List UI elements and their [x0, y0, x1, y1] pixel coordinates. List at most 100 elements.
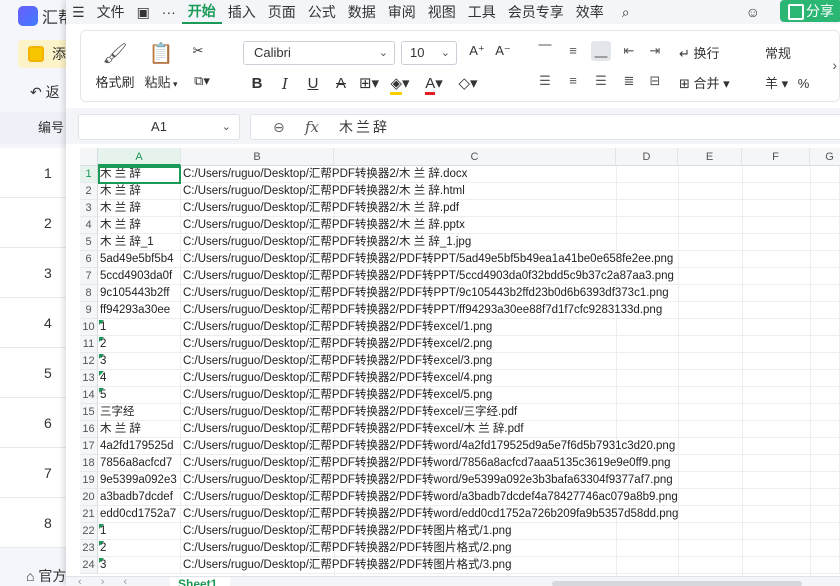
increase-font-button[interactable]: A⁺ — [467, 43, 487, 59]
formula-input[interactable]: ⊖ fx 木兰辞 — [250, 114, 840, 140]
menu-tab[interactable]: 效率 — [570, 0, 610, 24]
eraser-icon[interactable]: ◇▾ — [451, 73, 485, 95]
cell-b[interactable]: C:/Users/ruguo/Desktop/汇帮PDF转换器2/PDF转wor… — [181, 455, 840, 472]
cell-a[interactable]: 9c105443b2ff — [98, 285, 181, 302]
bold-button[interactable]: B — [243, 73, 271, 95]
cell-a[interactable]: a3badb7dcdef — [98, 489, 181, 506]
column-header[interactable]: F — [742, 148, 810, 166]
cell-a[interactable]: 三字经 — [98, 404, 181, 421]
cell-b[interactable]: C:/Users/ruguo/Desktop/汇帮PDF转换器2/PDF转PPT… — [181, 285, 840, 302]
cell-a[interactable]: 木 兰 辞_1 — [98, 234, 181, 251]
row-header[interactable]: 23 — [80, 540, 98, 557]
menu-tab[interactable]: 数据 — [342, 0, 382, 24]
row-header[interactable]: 19 — [80, 472, 98, 489]
outdent-icon[interactable]: ⇤ — [619, 41, 639, 61]
bg-bottom-link[interactable]: ⌂ 官方 — [26, 566, 66, 586]
row-header[interactable]: 22 — [80, 523, 98, 540]
cell-a[interactable]: 木 兰 辞 — [98, 421, 181, 438]
cell-a[interactable]: 3 — [98, 353, 181, 370]
sheet-nav-arrows[interactable]: ‹ › ‹ — [78, 577, 135, 586]
menu-tab[interactable]: 页面 — [262, 0, 302, 24]
fx-icon[interactable]: fx — [305, 115, 319, 139]
row-header[interactable]: 20 — [80, 489, 98, 506]
cell-a[interactable]: 5 — [98, 387, 181, 404]
copy-button[interactable]: ⧉▾ — [185, 73, 219, 89]
save-icon[interactable]: ▣ — [131, 0, 156, 24]
cell-b[interactable]: C:/Users/ruguo/Desktop/汇帮PDF转换器2/PDF转wor… — [181, 489, 840, 506]
cell-b[interactable]: C:/Users/ruguo/Desktop/汇帮PDF转换器2/PDF转exc… — [181, 353, 840, 370]
cell-b[interactable]: C:/Users/ruguo/Desktop/汇帮PDF转换器2/木 兰 辞.p… — [181, 200, 840, 217]
distribute-icon[interactable]: ⊟ — [645, 71, 665, 91]
column-header[interactable]: G — [810, 148, 840, 166]
row-header[interactable]: 1 — [80, 166, 98, 183]
paste-button[interactable]: 📋 粘贴 ▾ — [141, 41, 181, 91]
font-name-select[interactable]: Calibri ⌄ — [243, 41, 395, 65]
cell-a[interactable]: 5ccd4903da0f — [98, 268, 181, 285]
cell-a[interactable]: 木 兰 辞 — [98, 183, 181, 200]
align-left-icon[interactable]: ☰ — [535, 71, 555, 91]
wrap-text-button[interactable]: ↵ 换行 — [679, 43, 720, 62]
strikethrough-button[interactable]: A — [327, 73, 355, 95]
row-header[interactable]: 10 — [80, 319, 98, 336]
share-button[interactable]: 分享 — [780, 0, 840, 22]
row-header[interactable]: 15 — [80, 404, 98, 421]
cell-a[interactable]: 2 — [98, 336, 181, 353]
cell-b[interactable]: C:/Users/ruguo/Desktop/汇帮PDF转换器2/PDF转exc… — [181, 387, 840, 404]
row-header[interactable]: 24 — [80, 557, 98, 574]
row-header[interactable]: 17 — [80, 438, 98, 455]
select-all-corner[interactable] — [80, 148, 98, 166]
align-center-icon[interactable]: ≡ — [563, 71, 583, 91]
border-icon[interactable]: ⊞▾ — [355, 73, 383, 95]
cell-a[interactable]: 1 — [98, 523, 181, 540]
row-header[interactable]: 8 — [80, 285, 98, 302]
cell-b[interactable]: C:/Users/ruguo/Desktop/汇帮PDF转换器2/PDF转图片格… — [181, 540, 840, 557]
column-header[interactable]: D — [616, 148, 678, 166]
cell-b[interactable]: C:/Users/ruguo/Desktop/汇帮PDF转换器2/PDF转wor… — [181, 506, 840, 523]
cell-b[interactable]: C:/Users/ruguo/Desktop/汇帮PDF转换器2/PDF转PPT… — [181, 251, 840, 268]
cell-b[interactable]: C:/Users/ruguo/Desktop/汇帮PDF转换器2/木 兰 辞_1… — [181, 234, 840, 251]
row-header[interactable]: 3 — [80, 200, 98, 217]
cell-b[interactable]: C:/Users/ruguo/Desktop/汇帮PDF转换器2/PDF转wor… — [181, 472, 840, 489]
cell-b[interactable]: C:/Users/ruguo/Desktop/汇帮PDF转换器2/PDF转exc… — [181, 319, 840, 336]
column-header[interactable]: E — [678, 148, 742, 166]
font-size-select[interactable]: 10 ⌄ — [401, 41, 457, 65]
align-top-icon[interactable]: ⎺ — [535, 41, 555, 61]
row-header[interactable]: 11 — [80, 336, 98, 353]
cell-b[interactable]: C:/Users/ruguo/Desktop/汇帮PDF转换器2/PDF转wor… — [181, 438, 840, 455]
bg-back-button[interactable]: ↶ 返 — [30, 82, 60, 102]
percent-button[interactable]: % — [798, 76, 810, 91]
column-header[interactable]: B — [181, 148, 334, 166]
column-header[interactable]: C — [334, 148, 616, 166]
search-icon[interactable]: ⌕ — [616, 0, 636, 24]
row-header[interactable]: 18 — [80, 455, 98, 472]
menu-tab[interactable]: 工具 — [462, 0, 502, 24]
menu-tab[interactable]: 审阅 — [382, 0, 422, 24]
cell-b[interactable]: C:/Users/ruguo/Desktop/汇帮PDF转换器2/PDF转exc… — [181, 404, 840, 421]
cell-a[interactable]: 4 — [98, 370, 181, 387]
format-painter-button[interactable]: 🖌 格式刷 — [95, 41, 135, 91]
menu-tab[interactable]: 公式 — [302, 0, 342, 24]
zoom-icon[interactable]: ⊖ — [273, 115, 285, 139]
cut-button[interactable]: ✂ — [187, 43, 209, 59]
currency-button[interactable]: 羊 — [765, 76, 778, 91]
row-header[interactable]: 21 — [80, 506, 98, 523]
row-header[interactable]: 5 — [80, 234, 98, 251]
decrease-font-button[interactable]: A⁻ — [493, 43, 513, 59]
ribbon-more-icon[interactable]: › — [832, 57, 837, 73]
merge-button[interactable]: ⊞ 合并 ▾ — [679, 73, 730, 92]
cell-b[interactable]: C:/Users/ruguo/Desktop/汇帮PDF转换器2/PDF转exc… — [181, 421, 840, 438]
cell-a[interactable]: 9e5399a092e3 — [98, 472, 181, 489]
menu-tab[interactable]: 插入 — [222, 0, 262, 24]
row-header[interactable]: 13 — [80, 370, 98, 387]
underline-button[interactable]: U — [299, 73, 327, 95]
cell-a[interactable]: 4a2fd179525d — [98, 438, 181, 455]
row-header[interactable]: 12 — [80, 353, 98, 370]
align-right-icon[interactable]: ☰ — [591, 71, 611, 91]
italic-button[interactable]: I — [271, 73, 299, 95]
row-header[interactable]: 16 — [80, 421, 98, 438]
menu-file[interactable]: 文件 — [91, 0, 131, 24]
cell-a[interactable]: 木 兰 辞 — [98, 200, 181, 217]
cell-a[interactable]: 木 兰 辞 — [98, 217, 181, 234]
spreadsheet-grid[interactable]: ABCDEFG1木 兰 辞 C:/Users/ruguo/Desktop/汇帮PD… — [80, 148, 840, 578]
sheet-tab[interactable]: Sheet1 — [170, 577, 230, 586]
